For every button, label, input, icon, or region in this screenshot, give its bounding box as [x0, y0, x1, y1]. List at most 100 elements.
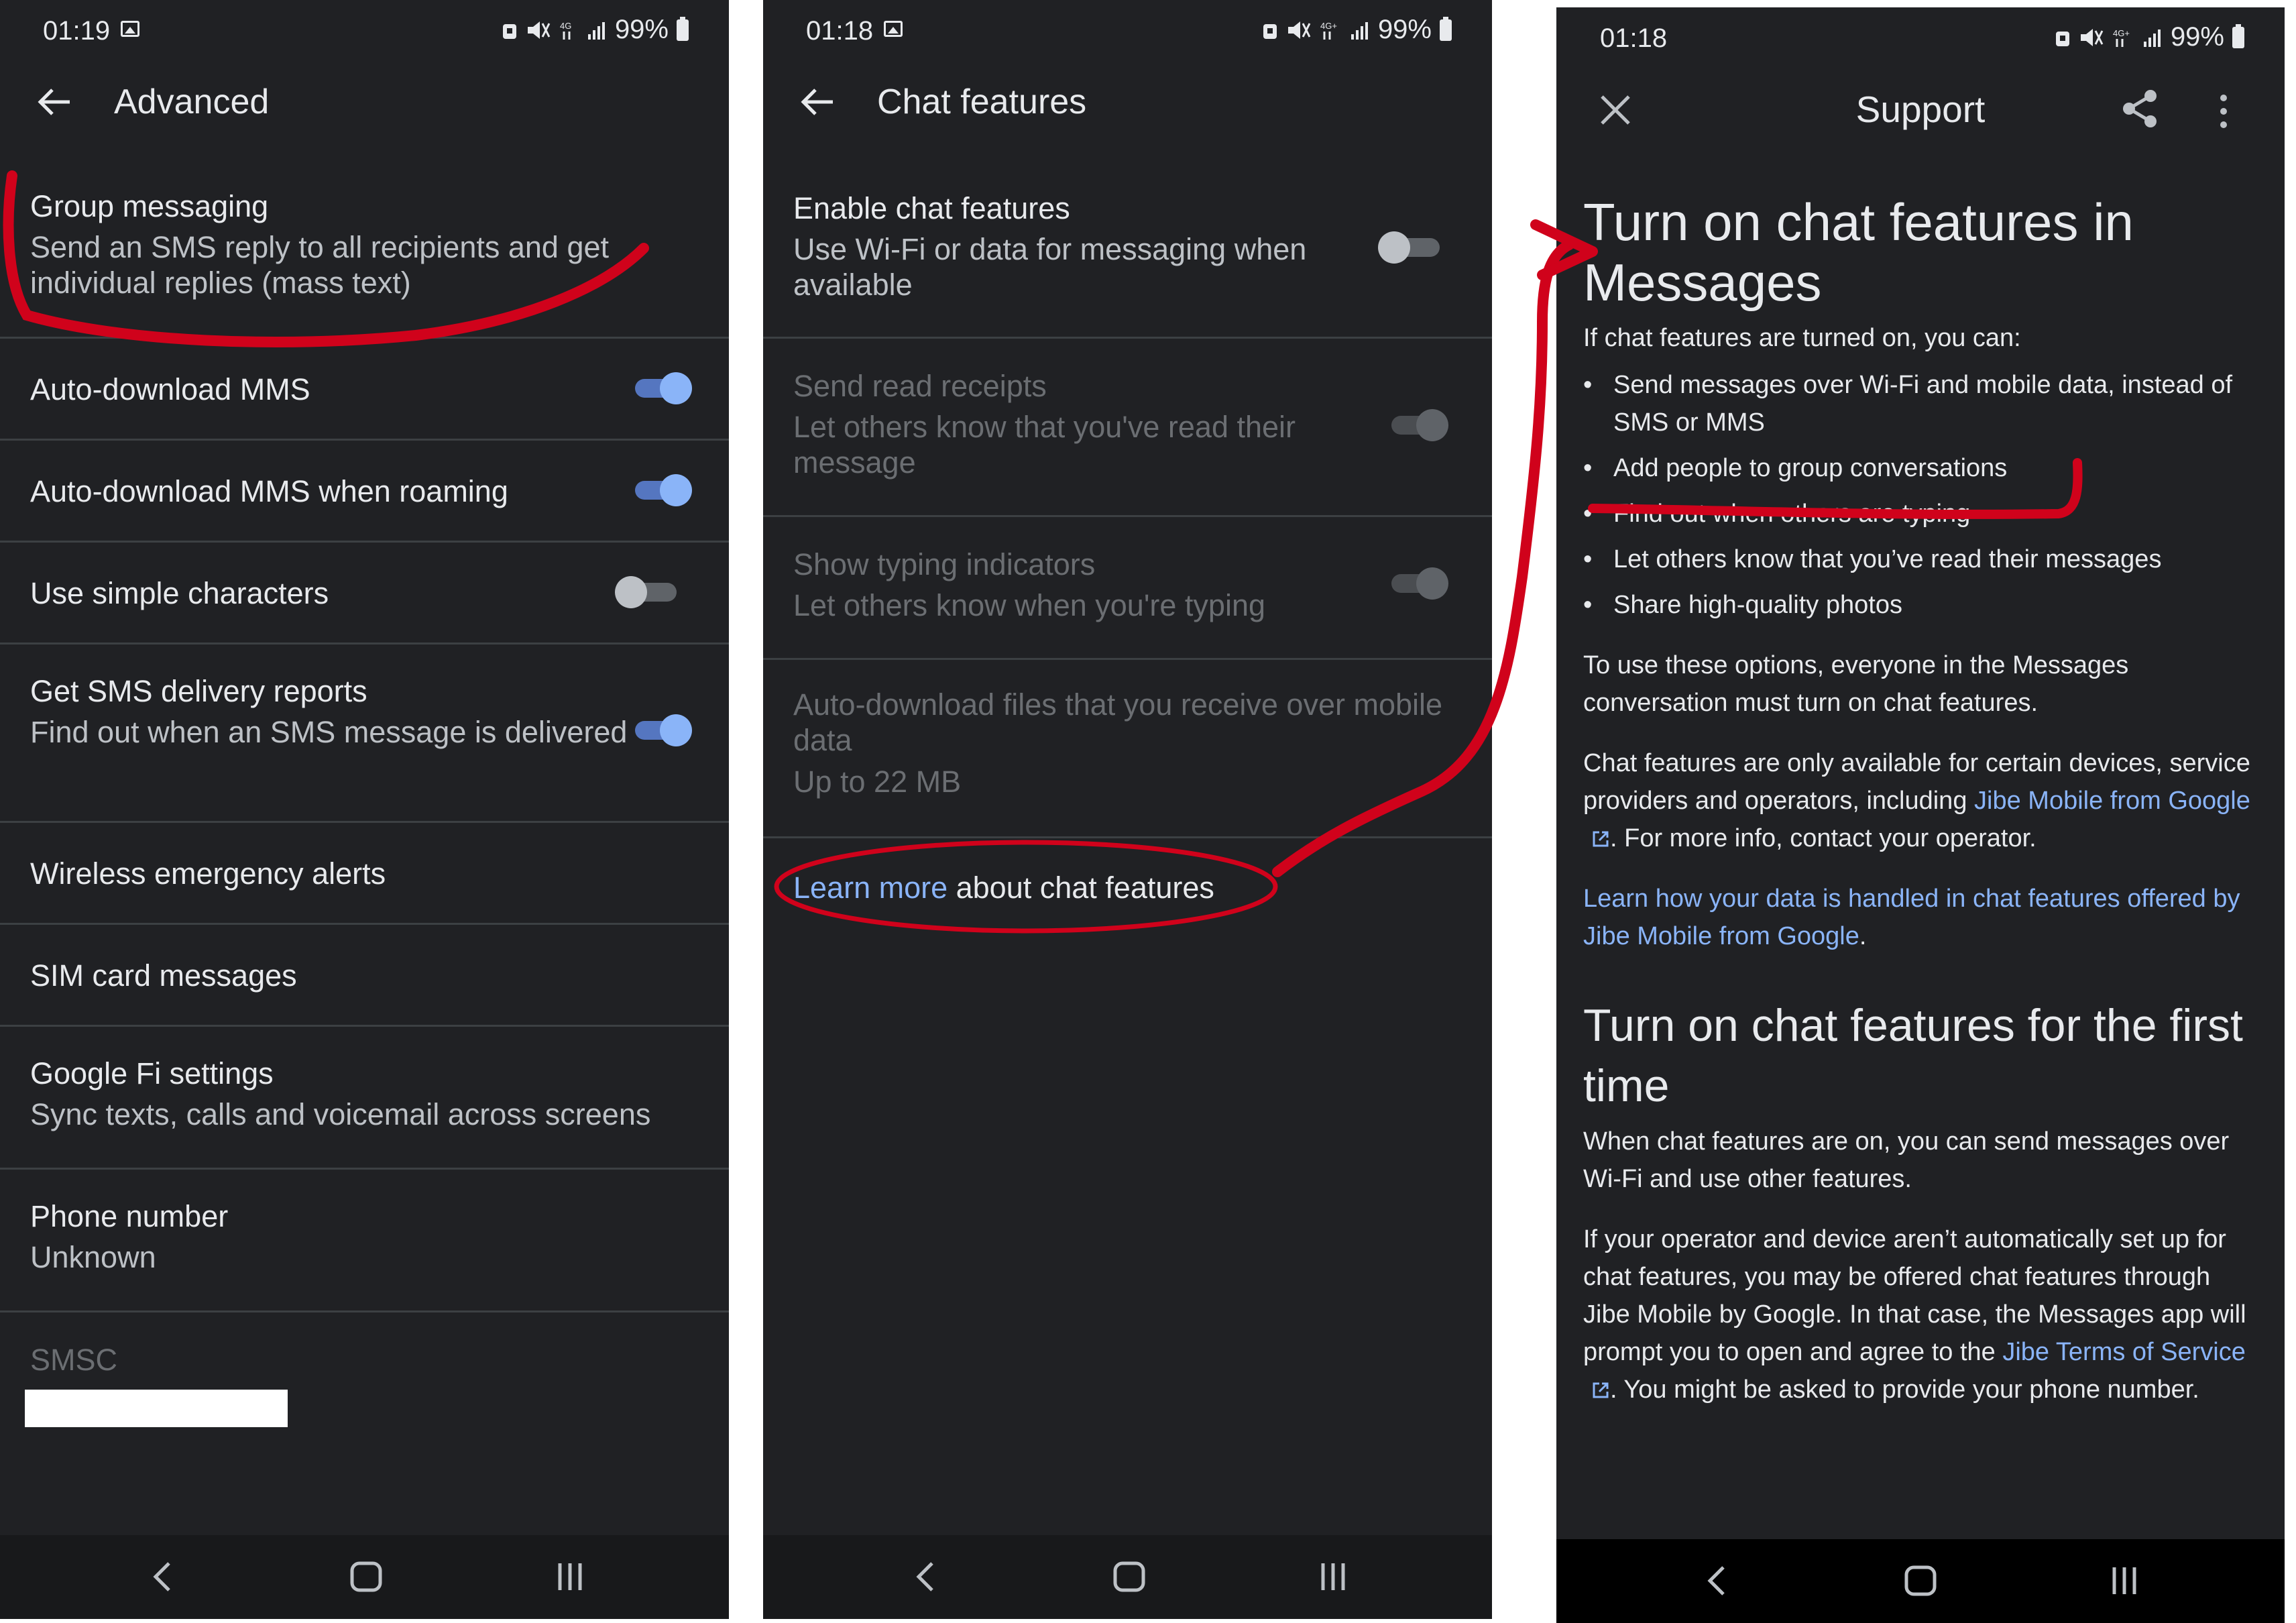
page-title: Chat features: [877, 82, 1087, 121]
settings-item-sim-card-messages[interactable]: SIM card messages: [0, 925, 729, 1027]
system-icons: 4G+ 99%: [1261, 15, 1452, 45]
settings-item-simple-characters[interactable]: Use simple characters: [0, 543, 729, 645]
svg-text:4G+: 4G+: [2113, 28, 2130, 38]
settings-item-read-receipts: Send read receipts Let others know that …: [763, 339, 1492, 517]
item-subtitle: Unknown: [30, 1240, 156, 1274]
feature-list: Send messages over Wi-Fi and mobile data…: [1583, 366, 2258, 624]
nav-recents-icon[interactable]: [2101, 1559, 2148, 1602]
battery-icon: [1440, 16, 1452, 41]
back-arrow-icon[interactable]: [797, 82, 837, 122]
article-paragraph-data-handling: Learn how your data is handled in chat f…: [1583, 880, 2258, 955]
item-subtitle: Send an SMS reply to all recipients and …: [30, 230, 609, 300]
status-time: 01:19: [43, 16, 111, 46]
nav-back-icon[interactable]: [139, 1555, 186, 1598]
nav-recents-icon[interactable]: [547, 1555, 593, 1598]
toggle-switch: [1391, 409, 1455, 441]
toggle-switch[interactable]: [628, 714, 692, 746]
settings-item-sms-delivery-reports[interactable]: Get SMS delivery reports Find out when a…: [0, 645, 729, 823]
mute-icon: [2080, 28, 2104, 46]
feature-item: Add people to group conversations: [1583, 449, 2258, 487]
battery-icon: [677, 16, 689, 41]
image-notification-icon: [121, 21, 139, 37]
item-title: Use simple characters: [30, 576, 329, 610]
toggle-switch[interactable]: [628, 474, 692, 506]
network-type-icon: 4G+: [2113, 28, 2130, 47]
item-title: Auto-download MMS when roaming: [30, 474, 508, 508]
network-type-icon: 4G+: [1320, 21, 1337, 40]
more-options-icon[interactable]: [2214, 91, 2234, 131]
settings-item-auto-download-mms[interactable]: Auto-download MMS: [0, 339, 729, 441]
toggle-switch[interactable]: [615, 576, 679, 608]
redacted-value: [25, 1390, 288, 1427]
chat-features-screen: 01:18 4G+ 99% Chat features Enable chat …: [763, 0, 1492, 1619]
settings-item-typing-indicators: Show typing indicators Let others know w…: [763, 517, 1492, 660]
nav-recents-icon[interactable]: [1310, 1555, 1357, 1598]
app-bar: Chat features: [763, 62, 1492, 149]
nav-home-icon[interactable]: [1897, 1559, 1944, 1602]
navigation-bar: [0, 1535, 729, 1619]
status-time: 01:18: [806, 16, 874, 46]
nav-home-icon[interactable]: [1106, 1555, 1153, 1598]
item-title: Auto-download files that you receive ove…: [793, 687, 1443, 757]
item-subtitle: Sync texts, calls and voicemail across s…: [30, 1097, 651, 1131]
nav-back-icon[interactable]: [1694, 1559, 1741, 1602]
svg-text:4G+: 4G+: [1320, 21, 1337, 31]
item-subtitle: Let others know when you're typing: [793, 588, 1266, 622]
item-subtitle: Find out when an SMS message is delivere…: [30, 715, 628, 749]
navigation-bar: [1556, 1539, 2285, 1623]
item-title: Send read receipts: [793, 369, 1047, 403]
signal-icon: [1351, 21, 1368, 40]
battery-percent: 99%: [2170, 22, 2224, 52]
item-title: Google Fi settings: [30, 1056, 274, 1090]
paragraph-text: . You might be asked to provide your pho…: [1610, 1376, 2199, 1404]
learn-more-text: about chat features: [948, 871, 1214, 905]
toggle-switch[interactable]: [1378, 231, 1442, 264]
item-subtitle: Let others know that you've read their m…: [793, 410, 1296, 480]
system-icons: 4G+ 99%: [2054, 22, 2244, 52]
paragraph-text: .: [1859, 922, 1867, 950]
settings-item-emergency-alerts[interactable]: Wireless emergency alerts: [0, 823, 729, 925]
article-paragraph: When chat features are on, you can send …: [1583, 1127, 2230, 1193]
share-icon[interactable]: [2118, 87, 2163, 131]
data-handling-link[interactable]: Learn how your data is handled in chat f…: [1583, 885, 2240, 950]
item-title: Get SMS delivery reports: [30, 674, 367, 708]
status-bar: 01:19 4G 99%: [0, 0, 729, 62]
jibe-link[interactable]: Jibe Mobile from Google: [1974, 787, 2250, 815]
nav-home-icon[interactable]: [343, 1555, 390, 1598]
settings-item-enable-chat[interactable]: Enable chat features Use Wi-Fi or data f…: [763, 168, 1492, 339]
article-subheading: Turn on chat features for the first time: [1583, 1000, 2243, 1111]
external-link-icon: [1593, 831, 1609, 847]
alarm-icon: [502, 23, 516, 39]
app-bar: Advanced: [0, 62, 729, 149]
signal-icon: [587, 21, 605, 40]
svg-text:4G: 4G: [560, 21, 571, 31]
feature-item: Send messages over Wi-Fi and mobile data…: [1583, 366, 2258, 441]
page-title: Support: [1855, 89, 1986, 130]
status-bar: 01:18 4G+ 99%: [763, 0, 1492, 62]
toggle-switch: [1391, 567, 1455, 600]
system-icons: 4G 99%: [501, 15, 689, 45]
navigation-bar: [763, 1535, 1492, 1619]
article-body: Turn on chat features in Messages If cha…: [1583, 192, 2258, 1431]
paragraph-text: . For more info, contact your operator.: [1610, 824, 2036, 852]
settings-item-phone-number[interactable]: Phone number Unknown: [0, 1170, 729, 1312]
toggle-switch[interactable]: [628, 372, 692, 404]
image-notification-icon: [884, 21, 903, 37]
item-subtitle: Up to 22 MB: [793, 765, 962, 799]
external-link-icon: [1593, 1382, 1609, 1398]
item-title: Group messaging: [30, 189, 269, 223]
alarm-icon: [1263, 23, 1277, 39]
article-intro: If chat features are turned on, you can:: [1583, 324, 2021, 352]
back-arrow-icon[interactable]: [34, 82, 74, 122]
jibe-terms-link[interactable]: Jibe Terms of Service: [2002, 1338, 2246, 1366]
network-type-icon: 4G: [560, 21, 571, 40]
nav-back-icon[interactable]: [903, 1555, 950, 1598]
status-bar: 01:18 4G+ 99%: [1556, 7, 2285, 69]
settings-item-auto-download-mms-roaming[interactable]: Auto-download MMS when roaming: [0, 441, 729, 543]
battery-icon: [2232, 23, 2244, 48]
learn-more-link[interactable]: Learn more: [793, 871, 948, 905]
settings-item-google-fi[interactable]: Google Fi settings Sync texts, calls and…: [0, 1027, 729, 1170]
advanced-settings-screen: 01:19 4G 99% Advanced Group messaging Se…: [0, 0, 729, 1619]
settings-item-group-messaging[interactable]: Group messaging Send an SMS reply to all…: [0, 168, 729, 339]
support-article-screen: 01:18 4G+ 99% Support Turn on chat featu…: [1556, 7, 2285, 1623]
